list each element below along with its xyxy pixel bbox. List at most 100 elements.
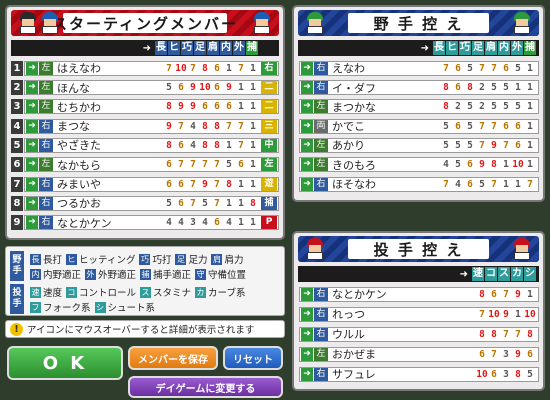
stat-value: 5 <box>491 101 497 113</box>
pitcher-row[interactable]: ➜ 右サフュレ 10 6 3 8 5 <box>298 366 539 383</box>
swap-arrow-icon[interactable]: ➜ <box>26 81 38 95</box>
starting-members-header: スターティングメンバー <box>11 10 279 36</box>
fielder-legend-row: 長長打ヒヒッティング巧巧打足足力肩肩力 <box>26 252 244 266</box>
legend-label: 捕手適正 <box>153 270 192 281</box>
swap-arrow-icon[interactable]: ➜ <box>301 61 313 75</box>
stat-value: 7 <box>178 120 184 132</box>
player-row-body: ➜ 右みまいや 6 6 7 9 7 8 1 1 遊 <box>24 176 279 192</box>
player-name: ほんな <box>57 81 90 95</box>
stat-value: 7 <box>491 62 497 74</box>
bench-player-row[interactable]: ➜ 左あかり 5 5 5 7 9 7 6 1 <box>298 137 539 154</box>
swap-arrow-icon[interactable]: ➜ <box>301 138 313 152</box>
stat-value: 8 <box>479 288 485 300</box>
column-header-cell: 足 <box>472 41 484 55</box>
stat-value: 10 <box>199 82 211 94</box>
bench-player-row[interactable]: ➜ 左きのもろ 4 5 6 9 8 1 10 1 <box>298 157 539 174</box>
stat-value: 9 <box>190 101 196 113</box>
stat-value: 5 <box>467 62 473 74</box>
swap-arrow-icon[interactable]: ➜ <box>301 327 313 341</box>
stat-value: 1 <box>515 178 521 190</box>
save-members-button[interactable]: メンバーを保存 <box>128 346 218 370</box>
pitcher-legend-row: フフォーク系シシュート系 <box>26 300 155 314</box>
throw-hand-badge: 右 <box>39 119 53 133</box>
ok-button[interactable]: O K <box>7 346 123 380</box>
stat-value: 6 <box>214 217 220 229</box>
swap-arrow-icon[interactable]: ➜ <box>301 81 313 95</box>
daygame-button[interactable]: デイゲームに変更する <box>128 376 283 398</box>
stat-value: 1 <box>527 159 533 171</box>
legend-label: 速度 <box>43 288 63 299</box>
player-row-body: ➜ 左きのもろ 4 5 6 9 8 1 10 1 <box>299 157 539 173</box>
arrow-right-icon: ➜ <box>420 42 429 54</box>
starting-player-row[interactable]: 2 ➜ 左ほんな 5 6 9 10 6 9 1 1 二 <box>11 79 279 96</box>
bench-player-row[interactable]: ➜ 右イ・ダフ 8 6 8 2 5 5 1 1 <box>298 79 539 96</box>
pitcher-row[interactable]: ➜ 左おかぜま 6 7 3 9 6 <box>298 346 539 363</box>
column-header-cell: ス <box>498 267 510 281</box>
bench-player-row[interactable]: ➜ 右ほそなわ 7 4 6 5 7 1 1 7 <box>298 176 539 193</box>
swap-arrow-icon[interactable]: ➜ <box>26 216 38 230</box>
reset-button[interactable]: リセット <box>223 346 283 370</box>
stat-value: 1 <box>503 159 509 171</box>
swap-arrow-icon[interactable]: ➜ <box>26 196 38 210</box>
stat-value: 4 <box>178 217 184 229</box>
swap-arrow-icon[interactable]: ➜ <box>301 287 313 301</box>
player-row-body: ➜ 左むちかわ 8 9 9 6 6 6 1 1 二 <box>24 99 279 115</box>
stat-value: 7 <box>443 178 449 190</box>
save-members-label: メンバーを保存 <box>138 354 208 366</box>
bench-player-row[interactable]: ➜ 右えなわ 7 6 5 7 7 6 5 1 <box>298 60 539 77</box>
starting-player-row[interactable]: 6 ➜ 左なかもら 6 7 7 7 7 5 6 1 左 <box>11 157 279 174</box>
swap-arrow-icon[interactable]: ➜ <box>26 61 38 75</box>
legend-key: 守 <box>195 268 207 280</box>
swap-arrow-icon[interactable]: ➜ <box>301 100 313 114</box>
starting-player-row[interactable]: 1 ➜ 左はえなわ 7 10 7 8 6 1 7 1 右 <box>11 60 279 77</box>
throw-hand-badge: 左 <box>314 138 328 152</box>
bench-player-row[interactable]: ➜ 左まつかな 8 2 5 2 5 5 5 1 <box>298 99 539 116</box>
swap-arrow-icon[interactable]: ➜ <box>26 119 38 133</box>
swap-arrow-icon[interactable]: ➜ <box>301 307 313 321</box>
column-header-cell: 巧 <box>459 41 471 55</box>
swap-arrow-icon[interactable]: ➜ <box>26 158 38 172</box>
pitcher-row[interactable]: ➜ 右ウルル 8 8 7 7 8 <box>298 326 539 343</box>
stat-value: 8 <box>214 120 220 132</box>
stat-value: 1 <box>527 120 533 132</box>
swap-arrow-icon[interactable]: ➜ <box>26 138 38 152</box>
starting-player-row[interactable]: 8 ➜ 右つるかお 5 6 7 5 7 1 1 8 捕 <box>11 195 279 212</box>
starting-player-row[interactable]: 5 ➜ 右やざきた 8 6 4 8 8 1 7 1 中 <box>11 137 279 154</box>
starting-player-row[interactable]: 9 ➜ 右なとかケン 4 4 3 4 6 4 1 1 P <box>11 214 279 231</box>
column-header-cell: 肩 <box>207 41 219 55</box>
stat-value: 4 <box>190 120 196 132</box>
stat-value: 6 <box>238 159 244 171</box>
stat-value: 2 <box>455 101 461 113</box>
starting-player-row[interactable]: 4 ➜ 右まつな 9 7 4 8 8 7 7 1 三 <box>11 118 279 135</box>
position-badge: 三 <box>261 119 277 133</box>
player-stats: 4 5 6 9 8 1 10 1 <box>440 159 536 170</box>
stat-value: 5 <box>166 82 172 94</box>
player-row-body: ➜ 右れっつ 7 10 9 1 10 <box>299 306 539 322</box>
swap-arrow-icon[interactable]: ➜ <box>301 158 313 172</box>
swap-arrow-icon[interactable]: ➜ <box>26 100 38 114</box>
bench-player-row[interactable]: ➜ 両かでこ 5 6 5 7 7 6 6 1 <box>298 118 539 135</box>
stat-value: 5 <box>443 139 449 151</box>
bench-pitchers-title: 投 手 控 え <box>373 240 464 259</box>
swap-arrow-icon[interactable]: ➜ <box>301 119 313 133</box>
player-row-body: ➜ 左はえなわ 7 10 7 8 6 1 7 1 右 <box>24 60 279 76</box>
bench-pitchers-header: 投 手 控 え <box>298 236 539 262</box>
column-header-cell: 外 <box>511 41 523 55</box>
column-header-cell: 内 <box>220 41 232 55</box>
stat-value: 5 <box>455 159 461 171</box>
stat-value: 6 <box>467 178 473 190</box>
starting-player-row[interactable]: 3 ➜ 左むちかわ 8 9 9 6 6 6 1 1 二 <box>11 99 279 116</box>
swap-arrow-icon[interactable]: ➜ <box>301 367 313 381</box>
player-row-body: ➜ 左まつかな 8 2 5 2 5 5 5 1 <box>299 99 539 115</box>
swap-arrow-icon[interactable]: ➜ <box>301 177 313 191</box>
stat-value: 8 <box>467 82 473 94</box>
pitcher-row[interactable]: ➜ 右なとかケン 8 6 7 9 1 <box>298 286 539 303</box>
pitcher-row[interactable]: ➜ 右れっつ 7 10 9 1 10 <box>298 306 539 323</box>
pitcher-legend-row: 速速度ココントロールススタミナカカーブ系 <box>26 285 245 299</box>
player-row-body: ➜ 左おかぜま 6 7 3 9 6 <box>299 346 539 362</box>
player-sprite-icon <box>17 12 39 34</box>
batting-order-number: 8 <box>11 195 23 211</box>
swap-arrow-icon[interactable]: ➜ <box>26 177 38 191</box>
starting-player-row[interactable]: 7 ➜ 右みまいや 6 6 7 9 7 8 1 1 遊 <box>11 176 279 193</box>
swap-arrow-icon[interactable]: ➜ <box>301 347 313 361</box>
